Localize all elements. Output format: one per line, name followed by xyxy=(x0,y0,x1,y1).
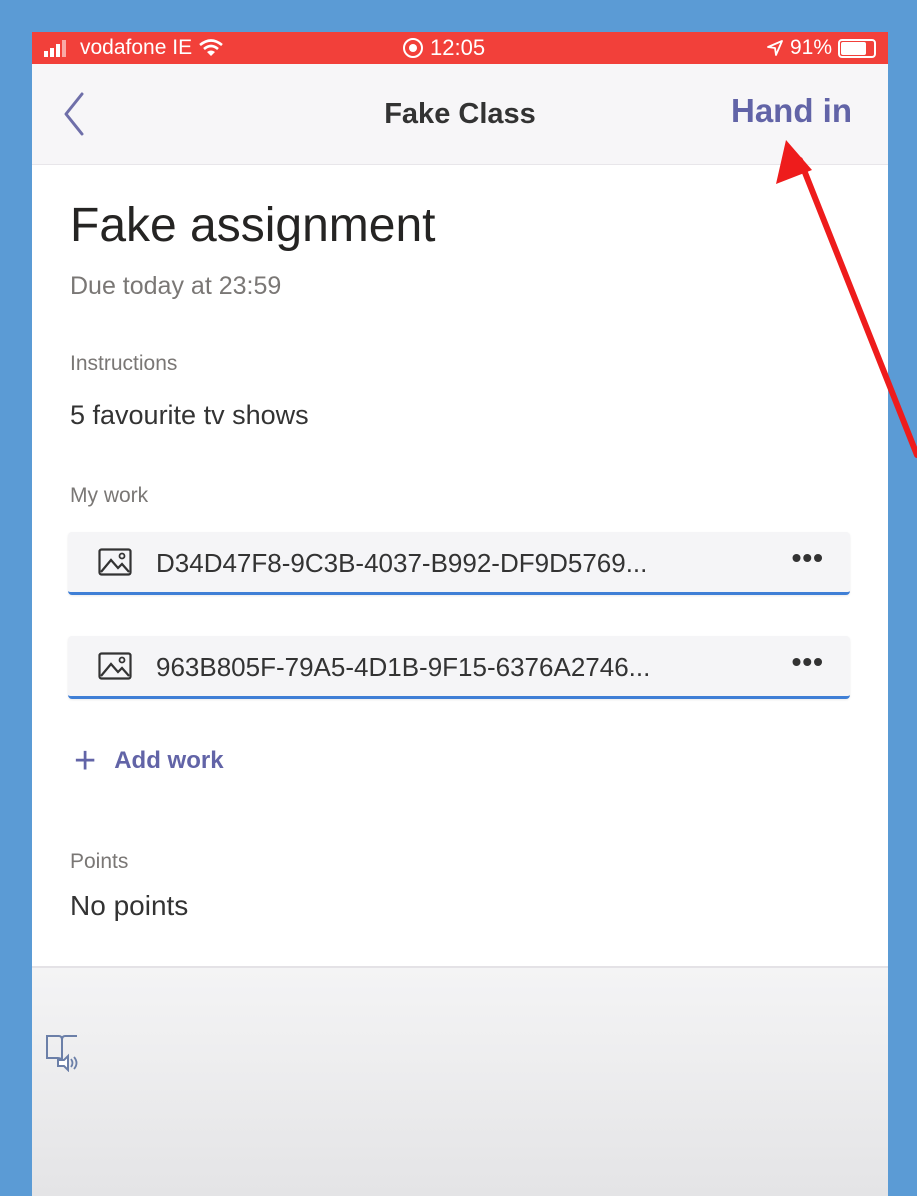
assignment-title: Fake assignment xyxy=(70,199,436,252)
immersive-reader-icon[interactable] xyxy=(44,1032,80,1072)
navigation-bar: Fake Class Hand in xyxy=(32,64,888,165)
wifi-icon xyxy=(199,39,223,56)
location-icon xyxy=(767,40,783,56)
instructions-label: Instructions xyxy=(70,352,178,375)
file-attachment[interactable]: D34D47F8-9C3B-4037-B992-DF9D5769... ••• xyxy=(68,532,850,595)
points-label: Points xyxy=(70,850,129,873)
file-name: 963B805F-79A5-4D1B-9F15-6376A2746... xyxy=(156,652,651,682)
image-file-icon xyxy=(98,652,132,680)
carrier-name: vodafone IE xyxy=(80,36,193,59)
alarm-icon xyxy=(403,38,423,58)
file-attachment[interactable]: 963B805F-79A5-4D1B-9F15-6376A2746... ••• xyxy=(68,636,850,699)
instructions-text: 5 favourite tv shows xyxy=(70,400,309,430)
image-file-icon xyxy=(98,548,132,576)
hand-in-button[interactable]: Hand in xyxy=(731,92,852,130)
status-left: vodafone IE xyxy=(44,36,224,60)
battery-percent: 91% xyxy=(789,36,832,59)
plus-icon: + xyxy=(74,740,97,782)
due-date: Due today at 23:59 xyxy=(70,272,282,300)
battery-fill xyxy=(841,41,867,55)
more-icon[interactable]: ••• xyxy=(792,646,824,678)
add-work-label: Add work xyxy=(114,747,224,774)
status-bar: vodafone IE 12:05 91% xyxy=(32,32,888,64)
signal-icon xyxy=(44,40,66,57)
status-center: 12:05 xyxy=(402,35,485,61)
file-name: D34D47F8-9C3B-4037-B992-DF9D5769... xyxy=(156,548,648,578)
my-work-label: My work xyxy=(70,484,149,507)
phone-screen: vodafone IE 12:05 91% Fake Class Hand in… xyxy=(32,32,888,1196)
status-right: 91% xyxy=(766,36,876,60)
more-icon[interactable]: ••• xyxy=(792,542,824,574)
bottom-toolbar xyxy=(32,968,888,1196)
battery-icon xyxy=(838,38,876,58)
status-time: 12:05 xyxy=(430,35,486,60)
add-work-button[interactable]: + Add work xyxy=(74,742,224,780)
points-value: No points xyxy=(70,890,189,921)
